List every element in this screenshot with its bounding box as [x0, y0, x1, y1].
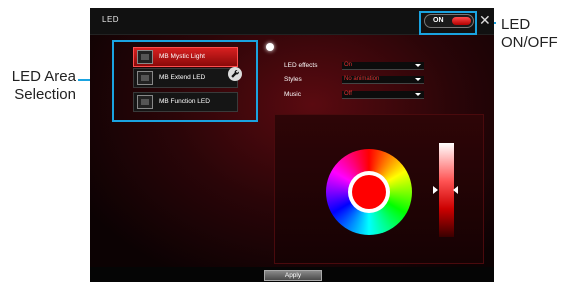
music-value: Off	[344, 91, 352, 97]
led-effects-label: LED effects	[284, 62, 318, 69]
brightness-slider[interactable]	[439, 143, 454, 237]
chevron-down-icon	[415, 78, 421, 81]
music-select[interactable]: Off	[342, 91, 424, 99]
gear-icon	[266, 43, 274, 51]
bottom-bar: Apply	[90, 267, 494, 282]
music-label: Music	[284, 91, 301, 98]
annotation-led-area-selection: LED Area Selection	[11, 68, 76, 103]
chevron-down-icon	[415, 64, 421, 67]
close-icon[interactable]: ✕	[479, 13, 491, 27]
styles-select[interactable]: No animation	[342, 76, 424, 84]
slider-handle-right[interactable]	[453, 186, 458, 194]
apply-button[interactable]: Apply	[264, 270, 322, 281]
chevron-down-icon	[415, 93, 421, 96]
styles-value: No animation	[344, 76, 380, 82]
power-highlight-box	[419, 11, 477, 35]
color-preview	[352, 175, 386, 209]
window-title: LED	[102, 15, 120, 24]
slider-handle-left[interactable]	[433, 186, 438, 194]
annotation-led-on-off: LED ON/OFF	[501, 16, 558, 51]
led-effects-value: On	[344, 62, 353, 68]
led-effects-select[interactable]: On	[342, 62, 424, 70]
styles-label: Styles	[284, 76, 302, 83]
led-area-highlight-box	[112, 40, 258, 122]
